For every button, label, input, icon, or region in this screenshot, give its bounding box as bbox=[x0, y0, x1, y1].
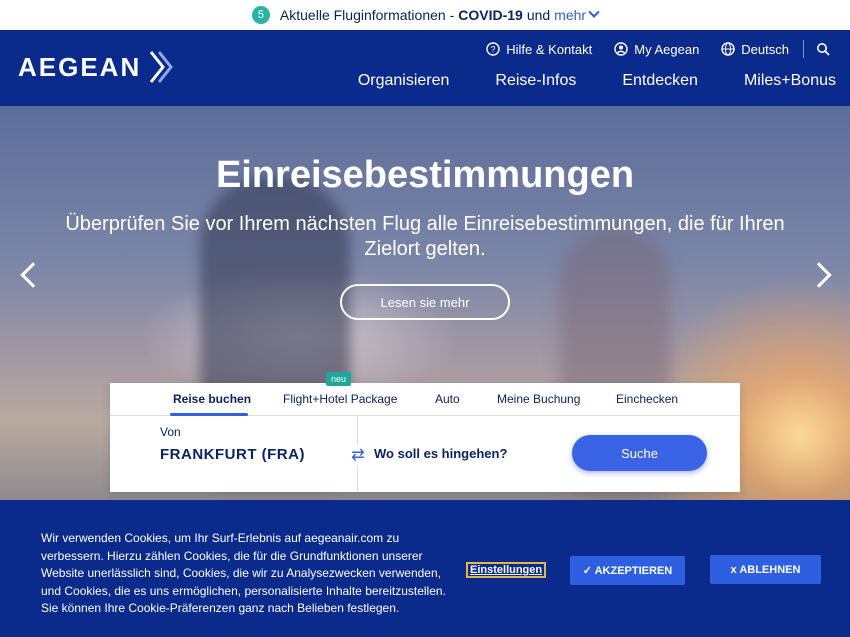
origin-field[interactable]: FRANKFURT (FRA) bbox=[160, 446, 305, 463]
origin-label: Von bbox=[160, 425, 181, 439]
tab-einchecken[interactable]: Einchecken bbox=[616, 392, 678, 406]
svg-text:?: ? bbox=[491, 45, 496, 55]
accept-cookies-button[interactable]: ✓ AKZEPTIEREN bbox=[570, 556, 685, 585]
hero-title: Einreisebestimmungen bbox=[215, 154, 635, 196]
nav-item-entdecken[interactable]: Entdecken bbox=[622, 72, 698, 90]
booking-widget: Reise buchen Flight+Hotel Package neu Au… bbox=[110, 372, 740, 492]
tab-reise-buchen[interactable]: Reise buchen bbox=[173, 392, 251, 406]
my-aegean-link[interactable]: My Aegean bbox=[614, 42, 699, 57]
aegean-logo[interactable]: AEGEAN bbox=[18, 50, 175, 84]
nav-item-miles-bonus[interactable]: Miles+Bonus bbox=[744, 72, 836, 90]
booking-tabs: Reise buchen Flight+Hotel Package neu Au… bbox=[110, 372, 740, 416]
utility-nav: ? Hilfe & Kontakt My Aegean Deutsch bbox=[464, 40, 836, 58]
info-and-text: und bbox=[526, 7, 551, 23]
reject-cookies-button[interactable]: x ABLEHNEN bbox=[710, 555, 821, 584]
swap-icon[interactable]: ⇄ bbox=[350, 445, 366, 465]
user-icon bbox=[614, 42, 628, 56]
destination-field[interactable]: Wo soll es hingehen? bbox=[374, 446, 507, 461]
info-text: Aktuelle Fluginformationen - bbox=[279, 7, 455, 23]
cookie-settings-link[interactable]: Einstellungen bbox=[466, 562, 547, 578]
utility-divider bbox=[803, 40, 804, 58]
chevron-down-icon bbox=[588, 6, 600, 18]
covid-highlight: COVID-19 bbox=[458, 7, 523, 23]
logo-arrows-icon bbox=[150, 51, 174, 83]
covid-info-bar[interactable]: 5 Aktuelle Fluginformationen - COVID-19 … bbox=[0, 0, 850, 30]
nav-item-reise-infos[interactable]: Reise-Infos bbox=[495, 72, 576, 90]
carousel-prev-icon[interactable] bbox=[20, 262, 46, 288]
search-flights-button[interactable]: Suche bbox=[572, 435, 707, 471]
hero-subtitle: Überprüfen Sie vor Ihrem nächsten Flug a… bbox=[65, 213, 785, 260]
logo-wordmark: AEGEAN bbox=[18, 51, 142, 82]
carousel-next-icon[interactable] bbox=[806, 262, 832, 288]
active-tab-indicator bbox=[170, 413, 248, 416]
search-button[interactable] bbox=[816, 42, 836, 56]
main-nav: Organisieren Reise-Infos Entdecken Miles… bbox=[312, 72, 836, 90]
more-link-label: mehr bbox=[554, 7, 587, 23]
read-more-button[interactable]: Lesen sie mehr bbox=[340, 284, 510, 320]
cookie-text: Wir verwenden Cookies, um Ihr Surf-Erleb… bbox=[41, 531, 446, 615]
cookie-banner: Wir verwenden Cookies, um Ihr Surf-Erleb… bbox=[0, 500, 850, 637]
notification-count-badge: 5 bbox=[251, 6, 270, 24]
language-selector[interactable]: Deutsch bbox=[721, 42, 789, 57]
tab-meine-buchung[interactable]: Meine Buchung bbox=[497, 392, 580, 406]
site-header: AEGEAN ? Hilfe & Kontakt My Aegean Deuts… bbox=[0, 30, 850, 106]
help-contact-label: Hilfe & Kontakt bbox=[506, 41, 593, 57]
my-aegean-label: My Aegean bbox=[634, 41, 700, 57]
language-label: Deutsch bbox=[741, 41, 789, 57]
help-contact-link[interactable]: ? Hilfe & Kontakt bbox=[486, 42, 592, 57]
search-icon bbox=[817, 43, 830, 56]
nav-item-organisieren[interactable]: Organisieren bbox=[358, 72, 450, 90]
more-link[interactable]: mehr bbox=[554, 6, 600, 23]
tab-auto[interactable]: Auto bbox=[435, 392, 460, 406]
help-icon: ? bbox=[486, 42, 500, 56]
new-badge: neu bbox=[326, 372, 352, 386]
tab-flight-hotel[interactable]: Flight+Hotel Package bbox=[283, 392, 397, 406]
globe-icon bbox=[721, 42, 735, 56]
